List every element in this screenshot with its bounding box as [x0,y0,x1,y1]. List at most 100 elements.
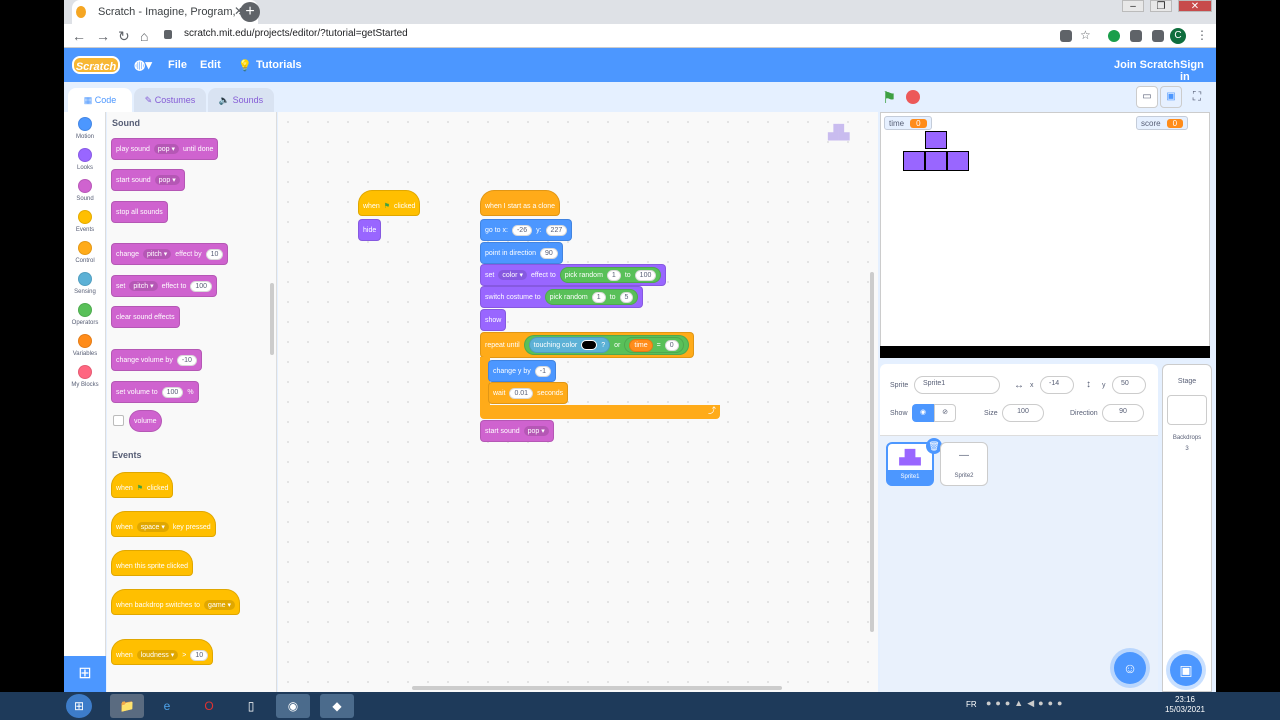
volume-input[interactable]: -10 [176,354,197,366]
effect-input[interactable]: 100 [190,280,213,292]
document-icon[interactable]: ▯ [234,694,268,718]
close-window-icon[interactable]: ✕ [1178,0,1212,12]
extension-check-icon[interactable] [1108,30,1120,42]
normal-stage-icon[interactable]: ▣ [1160,86,1182,108]
menu-dots-icon[interactable]: ⋮ [1196,28,1208,42]
edit-menu[interactable]: Edit [200,59,221,71]
volume-reporter[interactable]: volume [129,410,162,432]
stop-icon[interactable] [906,90,920,104]
add-sprite-icon[interactable]: ☺ [1114,652,1146,684]
join-scratch-link[interactable]: Join Scratch [1114,59,1180,71]
time-monitor[interactable]: time 0 [884,116,932,130]
sensor-dropdown[interactable]: loudness ▾ [136,650,179,660]
file-explorer-icon[interactable]: 📁 [110,694,144,718]
category-events[interactable]: Events [64,210,106,233]
sign-in-link[interactable]: Sign in [1180,59,1216,83]
sound-dropdown[interactable]: pop ▾ [154,175,180,185]
category-control[interactable]: Control [64,241,106,264]
browser-tab[interactable]: Scratch - Imagine, Program, Sha [72,0,258,24]
loudness-input[interactable]: 10 [190,649,209,661]
internet-explorer-icon[interactable]: e [150,694,184,718]
start-button-icon[interactable]: ⊞ [66,694,92,718]
switch-costume-block[interactable]: switch costume to pick random 1 to 5 [480,286,644,308]
random-to-input[interactable]: 100 [634,269,657,281]
tab-costumes[interactable]: ✎ Costumes [134,88,206,112]
file-menu[interactable]: File [168,59,187,71]
show-visible-icon[interactable]: ◉ [912,404,934,422]
y-input[interactable]: 227 [545,224,568,236]
category-my-blocks[interactable]: My Blocks [64,365,106,388]
profile-avatar[interactable]: C [1170,28,1186,44]
when-flag-clicked-block[interactable]: when ⚑ clicked [111,472,174,498]
category-sensing[interactable]: Sensing [64,272,106,295]
x-input[interactable]: -26 [511,224,533,236]
change-y-block[interactable]: change y by -1 [488,360,556,382]
home-icon[interactable]: ⌂ [140,28,148,44]
reload-icon[interactable]: ↻ [118,28,130,45]
equals-input[interactable]: 0 [664,339,679,351]
start-sound-block[interactable]: start sound pop ▾ [111,169,185,191]
category-looks[interactable]: Looks [64,148,106,171]
clear-sound-effects-block[interactable]: clear sound effects [111,306,180,328]
or-operator-block[interactable]: touching color ? or time = 0 [523,335,689,355]
backdrop-dropdown[interactable]: game ▾ [204,600,236,610]
minimize-icon[interactable]: – [1122,0,1144,12]
show-block[interactable]: show [480,309,507,331]
when-flag-clicked-block[interactable]: when ⚑ clicked [358,190,421,216]
go-to-xy-block[interactable]: go to x: -26 y: 227 [480,219,573,241]
back-icon[interactable]: ← [72,28,86,44]
set-volume-block[interactable]: set volume to 100 % [111,381,199,403]
add-extension-icon[interactable]: ⊞ [64,656,106,692]
taskbar-clock[interactable]: 23:16 15/03/2021 [1152,695,1218,715]
restore-icon[interactable]: ❐ [1150,0,1172,12]
add-backdrop-icon[interactable]: ▣ [1170,654,1202,686]
forward-icon[interactable]: → [96,28,110,44]
sound-dropdown[interactable]: pop ▾ [153,144,180,154]
color-swatch[interactable] [581,340,598,350]
random-from-input[interactable]: 1 [606,269,621,281]
when-key-pressed-block[interactable]: when space ▾ key pressed [111,511,216,537]
new-tab-icon[interactable]: + [240,2,260,22]
url-field[interactable]: scratch.mit.edu/projects/editor/?tutoria… [160,28,1060,44]
pick-random-block[interactable]: pick random 1 to 5 [544,289,639,305]
repeat-until-block[interactable]: repeat until touching color ? or time = … [480,332,694,358]
volume-checkbox[interactable] [113,415,124,426]
stop-all-sounds-block[interactable]: stop all sounds [111,201,168,223]
code-workspace[interactable]: ▟▙ when ⚑ clicked hide when I start as a… [278,112,922,692]
change-effect-block[interactable]: change pitch ▾ effect by 10 [111,243,229,265]
category-variables[interactable]: Variables [64,334,106,357]
small-stage-icon[interactable]: ▭ [1136,86,1158,108]
when-i-start-as-clone-block[interactable]: when I start as a clone [480,190,561,216]
x-field[interactable]: -14 [1040,376,1074,394]
tutorials-menu[interactable]: Tutorials [256,59,302,71]
workspace-vertical-scrollbar[interactable] [870,272,874,632]
score-monitor[interactable]: score 0 [1136,116,1189,130]
category-sound[interactable]: Sound [64,179,106,202]
tab-code[interactable]: ▦ Code [68,88,132,112]
scratch-logo[interactable]: Scratch [72,56,120,74]
random-to-input[interactable]: 5 [619,291,634,303]
sprite-name-field[interactable]: Sprite1 [914,376,1000,394]
start-sound-block[interactable]: start sound pop ▾ [480,420,554,442]
effect-input[interactable]: 10 [205,248,224,260]
system-tray-icons[interactable]: ●●●▲◀●●● [986,698,1066,709]
show-hidden-icon[interactable]: ⊘ [934,404,956,422]
effect-dropdown[interactable]: pitch ▾ [142,249,172,259]
palette-scrollbar[interactable] [270,283,274,355]
chrome-icon[interactable]: ◉ [276,694,310,718]
time-variable[interactable]: time [629,338,653,352]
opera-icon[interactable]: O [192,694,226,718]
point-in-direction-block[interactable]: point in direction 90 [480,242,563,264]
key-dropdown[interactable]: space ▾ [136,522,169,532]
play-sound-block[interactable]: play sound pop ▾ until done [111,138,219,160]
tab-sounds[interactable]: 🔈 Sounds [208,88,274,112]
stage-canvas[interactable] [880,112,1210,348]
volume-input[interactable]: 100 [161,386,184,398]
set-effect-block[interactable]: set color ▾ effect to pick random 1 to 1… [480,264,667,286]
fullscreen-icon[interactable]: ⛶ [1186,86,1208,108]
language-indicator[interactable]: FR [966,700,977,709]
touching-color-block[interactable]: touching color ? [528,337,611,353]
app-icon[interactable]: ◆ [320,694,354,718]
when-backdrop-switches-block[interactable]: when backdrop switches to game ▾ [111,589,241,615]
puzzle-icon[interactable] [1152,30,1164,42]
